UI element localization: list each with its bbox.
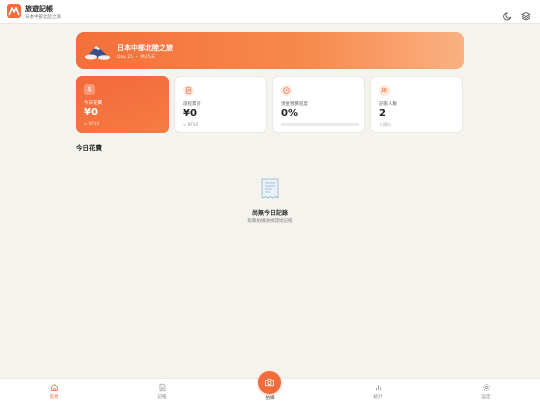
stat-label: 現金預算進度 [281,102,308,107]
camera-label: 拍攝 [265,396,275,401]
stat-label: 記帳人數 [379,102,397,107]
receipt-icon [183,85,194,96]
gear-icon [482,384,490,391]
stat-card-trip-total[interactable]: 旅程累計 ¥0 ≈ NT$0 [174,76,267,133]
users-icon [379,85,390,96]
nav-label: 統計 [373,395,383,400]
stat-card-today-spend[interactable]: $ 今日花費 ¥0 ≈ NT$0 [76,76,169,133]
stat-label: 今日花費 [84,101,102,106]
layers-icon[interactable] [521,6,531,21]
clock-icon [281,85,292,96]
trip-title: 日本中部北陸之旅 [117,44,173,52]
stat-card-budget-progress[interactable]: 現金預算進度 0% [272,76,365,133]
nav-item-stats[interactable]: 統計 [358,383,398,400]
camera-icon [265,378,274,387]
stat-sub: ≈ NT$0 [84,121,100,126]
mountain-logo-icon [7,4,21,18]
receipt-empty-icon [261,178,279,199]
moon-icon[interactable] [503,6,513,21]
stat-sub: 人同行 [379,122,391,127]
bar-chart-icon [375,385,381,391]
stat-value: 2 [379,108,386,119]
home-icon [50,384,58,391]
stat-value: ¥0 [183,108,197,119]
document-icon [159,383,165,392]
app-title: 旅遊記帳 [25,5,53,13]
nav-item-home[interactable]: 首頁 [34,383,74,400]
dollar-icon: $ [84,84,95,95]
trip-meta: Day 25 ・ 共25天 [117,55,156,60]
nav-item-settings[interactable]: 設定 [466,383,506,400]
stat-value: ¥0 [84,107,98,118]
nav-label: 首頁 [49,395,59,400]
trip-banner[interactable]: 日本中部北陸之旅 Day 25 ・ 共25天 [76,32,464,69]
empty-state-title: 尚無今日記錄 [251,210,288,217]
camera-button[interactable] [258,371,281,394]
stat-sub: ≈ NT$0 [183,122,199,127]
trip-subtitle: 日本中部北陸之旅 [25,15,61,20]
section-title-today: 今日花費 [76,144,102,152]
stat-label: 旅程累計 [183,102,201,107]
budget-progress-bar [281,123,359,126]
stat-value: 0% [281,108,298,119]
mount-fuji-icon [85,46,110,60]
nav-item-records[interactable]: 記帳 [142,383,182,400]
nav-label: 設定 [481,395,491,400]
app-header: 旅遊記帳 日本中部北陸之旅 [0,0,540,24]
stat-card-members[interactable]: 記帳人數 2 人同行 [370,76,463,133]
empty-state-hint: 點擊拍攝收據開始記帳 [247,219,293,224]
nav-label: 記帳 [157,395,167,400]
